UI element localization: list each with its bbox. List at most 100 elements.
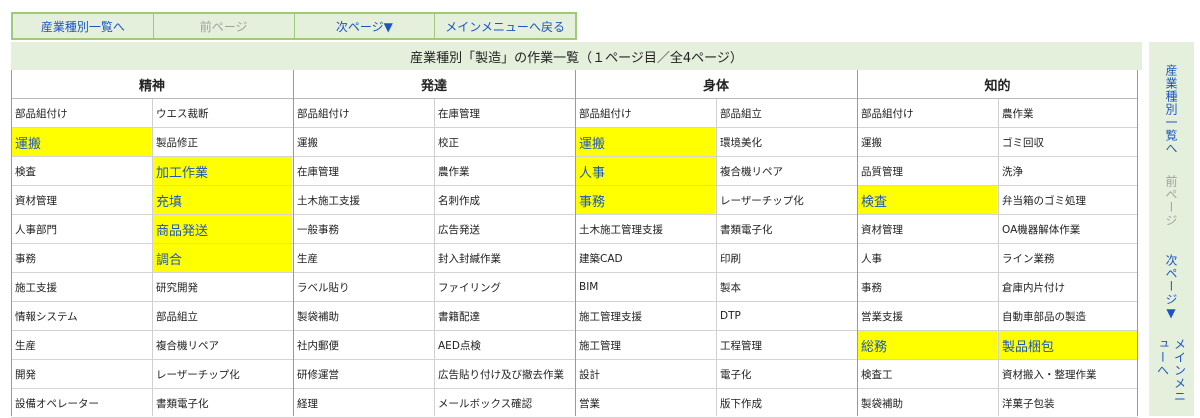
column-divider xyxy=(11,70,12,416)
side-nav: 産業種別一覧へ 前ページ 次ページ▼ メインメニューへ xyxy=(1149,42,1194,416)
task-cell: 社内郵便 xyxy=(297,339,339,352)
task-cell: 事務 xyxy=(15,252,36,265)
task-cell: 部品組立 xyxy=(720,107,762,120)
task-cell[interactable]: 製品梱包 xyxy=(998,331,1137,359)
task-cell: 倉庫内片付け xyxy=(1002,281,1065,294)
task-cell: BIM xyxy=(579,281,599,293)
column-divider xyxy=(998,99,999,416)
task-cell: 資材管理 xyxy=(861,223,903,236)
side-prev-page-button: 前ページ xyxy=(1164,175,1178,227)
task-cell: 書類電子化 xyxy=(156,397,209,410)
side-main-menu-button[interactable]: メインメニューへ xyxy=(1149,338,1194,412)
task-cell: 設計 xyxy=(579,368,600,381)
task-cell: 建築CAD xyxy=(579,252,623,265)
task-cell: 部品組付け xyxy=(15,107,68,120)
task-cell: 広告貼り付け及び撤去作業 xyxy=(438,368,564,381)
task-cell: 在庫管理 xyxy=(438,107,480,120)
industry-list-button[interactable]: 産業種別一覧へ xyxy=(13,14,154,38)
side-industry-list-button[interactable]: 産業種別一覧へ xyxy=(1149,54,1194,164)
column-divider xyxy=(857,70,858,416)
task-cell[interactable]: 総務 xyxy=(857,331,997,359)
task-cell: 部品組付け xyxy=(861,107,914,120)
column-divider xyxy=(152,99,153,416)
task-cell: ラベル貼り xyxy=(297,281,350,294)
task-cell: 一般事務 xyxy=(297,223,339,236)
task-cell[interactable]: 事務 xyxy=(575,186,715,214)
task-cell: 広告発送 xyxy=(438,223,480,236)
task-cell: 検査 xyxy=(15,165,36,178)
task-cell[interactable]: 加工作業 xyxy=(152,157,292,185)
task-cell: 在庫管理 xyxy=(297,165,339,178)
task-cell: 資材搬入・整理作業 xyxy=(1002,368,1097,381)
task-cell: 施工管理支援 xyxy=(579,310,642,323)
task-cell: ライン業務 xyxy=(1002,252,1055,265)
task-cell: 品質管理 xyxy=(861,165,903,178)
task-cell: 電子化 xyxy=(720,368,752,381)
task-cell: 開発 xyxy=(15,368,36,381)
task-cell: 経理 xyxy=(297,397,318,410)
task-cell: 環境美化 xyxy=(720,136,762,149)
task-cell: ウエス裁断 xyxy=(156,107,209,120)
task-cell: 洋菓子包装 xyxy=(1002,397,1055,410)
category-header-physical: 身体 xyxy=(575,70,857,99)
column-divider xyxy=(293,70,294,416)
task-cell: 農作業 xyxy=(438,165,470,178)
task-cell: 運搬 xyxy=(297,136,318,149)
task-cell: 校正 xyxy=(438,136,459,149)
task-cell: ゴミ回収 xyxy=(1002,136,1044,149)
task-cell: 部品組立 xyxy=(156,310,198,323)
top-nav-bar: 産業種別一覧へ 前ページ 次ページ▼ メインメニューへ戻る xyxy=(11,12,577,40)
task-cell: 人事 xyxy=(861,252,882,265)
task-cell: 研修運営 xyxy=(297,368,339,381)
task-cell: 複合機リペア xyxy=(720,165,783,178)
task-cell: 製袋補助 xyxy=(861,397,903,410)
task-cell: 営業 xyxy=(579,397,600,410)
column-divider xyxy=(716,99,717,416)
task-cell: DTP xyxy=(720,310,741,322)
page-title: 産業種別「製造」の作業一覧（１ページ目／全4ページ） xyxy=(11,42,1142,70)
task-cell[interactable]: 充填 xyxy=(152,186,292,214)
task-cell: 営業支援 xyxy=(861,310,903,323)
task-cell: 人事部門 xyxy=(15,223,57,236)
task-cell[interactable]: 検査 xyxy=(857,186,997,214)
task-cell: 事務 xyxy=(861,281,882,294)
category-header-intellectual: 知的 xyxy=(857,70,1138,99)
task-cell: 弁当箱のゴミ処理 xyxy=(1002,194,1086,207)
task-cell[interactable]: 運搬 xyxy=(11,128,151,156)
task-cell: メールボックス確認 xyxy=(438,397,533,410)
task-cell[interactable]: 商品発送 xyxy=(152,215,292,243)
task-cell: 農作業 xyxy=(1002,107,1034,120)
category-header-mental: 精神 xyxy=(11,70,293,99)
side-next-page-button[interactable]: 次ページ▼ xyxy=(1149,242,1194,332)
task-cell: 製袋補助 xyxy=(297,310,339,323)
task-cell: 土木施工管理支援 xyxy=(579,223,663,236)
task-cell: 情報システム xyxy=(15,310,78,323)
task-cell: レーザーチップ化 xyxy=(720,194,804,207)
task-cell: 部品組付け xyxy=(297,107,350,120)
task-cell: AED点検 xyxy=(438,339,481,352)
task-cell: 工程管理 xyxy=(720,339,762,352)
task-cell: 運搬 xyxy=(861,136,882,149)
task-cell: 封入封緘作業 xyxy=(438,252,501,265)
task-cell: 名刺作成 xyxy=(438,194,480,207)
main-menu-button[interactable]: メインメニューへ戻る xyxy=(435,14,575,38)
task-cell: 書籍配達 xyxy=(438,310,480,323)
task-cell[interactable]: 運搬 xyxy=(575,128,715,156)
column-divider xyxy=(1137,70,1138,416)
task-cell[interactable]: 人事 xyxy=(575,157,715,185)
task-cell: 版下作成 xyxy=(720,397,762,410)
task-cell: 土木施工支援 xyxy=(297,194,360,207)
task-cell: 製品修正 xyxy=(156,136,198,149)
task-cell: OA機器解体作業 xyxy=(1002,223,1081,236)
category-header-developmental: 発達 xyxy=(293,70,575,99)
prev-page-button: 前ページ xyxy=(154,14,295,38)
task-cell: ファイリング xyxy=(438,281,501,294)
task-cell: 施工管理 xyxy=(579,339,621,352)
task-cell[interactable]: 調合 xyxy=(152,244,292,272)
next-page-button[interactable]: 次ページ▼ xyxy=(295,14,436,38)
task-grid: 精神 発達 身体 知的 部品組付け ウエス裁断 部品組付け 在庫管理 部品組付け 部品組立 部品組付… xyxy=(11,70,1138,418)
task-cell: 書類電子化 xyxy=(720,223,773,236)
task-cell: レーザーチップ化 xyxy=(156,368,240,381)
task-cell: 資材管理 xyxy=(15,194,57,207)
task-cell: 自動車部品の製造 xyxy=(1002,310,1086,323)
